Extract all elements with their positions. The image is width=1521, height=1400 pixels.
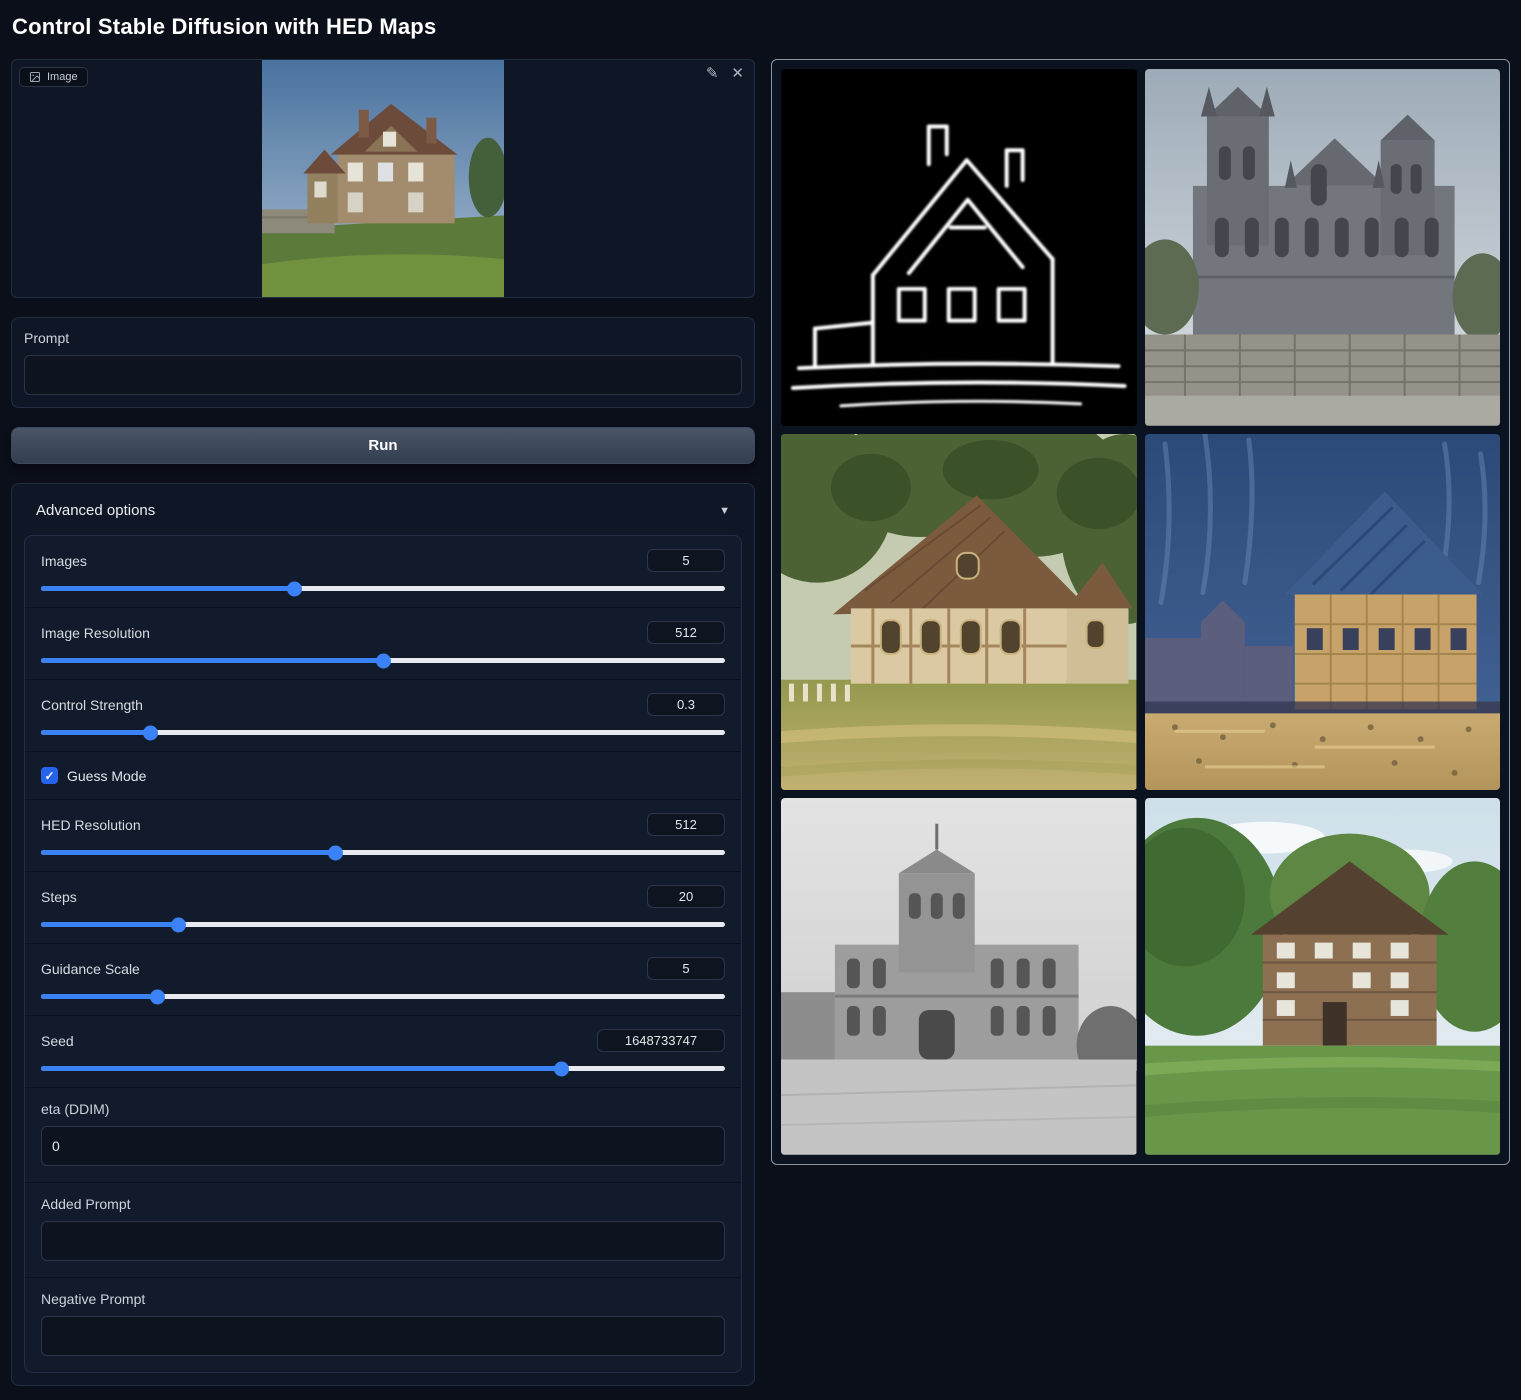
seed-value[interactable]: 1648733747 xyxy=(597,1029,725,1052)
hed-resolution-value[interactable]: 512 xyxy=(647,813,725,836)
image-upload-panel[interactable]: Image ✎ ✕ xyxy=(11,59,755,298)
steps-label: Steps xyxy=(41,889,77,905)
guess-mode-checkbox[interactable]: ✓ xyxy=(41,767,58,784)
guidance-scale-slider-thumb[interactable] xyxy=(150,989,165,1004)
slider-row-images: Images 5 xyxy=(25,536,741,607)
image-resolution-slider[interactable] xyxy=(41,658,725,663)
slider-row-guidance-scale: Guidance Scale 5 xyxy=(25,943,741,1015)
hed-resolution-slider-thumb[interactable] xyxy=(328,845,343,860)
guidance-scale-slider[interactable] xyxy=(41,994,725,999)
image-icon xyxy=(29,71,41,83)
image-resolution-label: Image Resolution xyxy=(41,625,150,641)
negative-prompt-input[interactable] xyxy=(41,1316,725,1356)
advanced-form: Images 5 Image Resolution 512 xyxy=(24,535,742,1373)
left-column: Image ✎ ✕ xyxy=(11,59,755,1386)
hed-map-image xyxy=(781,69,1137,426)
accordion-title: Advanced options xyxy=(36,502,155,519)
control-strength-label: Control Strength xyxy=(41,697,143,713)
app: Control Stable Diffusion with HED Maps I… xyxy=(0,0,1521,1400)
steps-value[interactable]: 20 xyxy=(647,885,725,908)
slider-row-steps: Steps 20 xyxy=(25,871,741,943)
image-label-badge: Image xyxy=(19,67,88,87)
gallery-grid xyxy=(781,69,1500,1155)
images-label: Images xyxy=(41,553,87,569)
control-strength-slider-thumb[interactable] xyxy=(143,725,158,740)
uploaded-house-photo xyxy=(262,60,504,297)
control-strength-slider[interactable] xyxy=(41,730,725,735)
slider-row-control-strength: Control Strength 0.3 xyxy=(25,679,741,751)
image-label: Image xyxy=(47,71,78,83)
gallery-item-grayscale-building[interactable] xyxy=(781,798,1137,1155)
hed-resolution-label: HED Resolution xyxy=(41,817,141,833)
eta-row: eta (DDIM) xyxy=(25,1087,741,1182)
eta-input[interactable] xyxy=(41,1126,725,1166)
images-slider-thumb[interactable] xyxy=(287,581,302,596)
cathedral-image xyxy=(1145,69,1501,426)
eta-label: eta (DDIM) xyxy=(41,1101,725,1117)
output-gallery xyxy=(771,59,1510,1165)
prompt-panel: Prompt xyxy=(11,317,755,408)
page-title: Control Stable Diffusion with HED Maps xyxy=(12,14,1510,40)
gallery-item-hed-map[interactable] xyxy=(781,69,1137,426)
slider-row-hed-resolution: HED Resolution 512 xyxy=(25,799,741,871)
prompt-label: Prompt xyxy=(24,330,742,346)
gallery-item-painterly-house[interactable] xyxy=(1145,434,1501,791)
guidance-scale-value[interactable]: 5 xyxy=(647,957,725,980)
seed-slider-thumb[interactable] xyxy=(554,1061,569,1076)
steps-slider[interactable] xyxy=(41,922,725,927)
guess-mode-checkbox-row[interactable]: ✓ Guess Mode xyxy=(25,751,741,799)
gallery-item-warm-house[interactable] xyxy=(781,434,1137,791)
guidance-scale-label: Guidance Scale xyxy=(41,961,140,977)
negative-prompt-label: Negative Prompt xyxy=(41,1291,725,1307)
chevron-down-icon: ▼ xyxy=(719,505,730,517)
gallery-item-lawn-house[interactable] xyxy=(1145,798,1501,1155)
guess-mode-label: Guess Mode xyxy=(67,768,146,784)
advanced-options-accordion: Advanced options ▼ Images 5 xyxy=(11,483,755,1386)
gallery-item-cathedral[interactable] xyxy=(1145,69,1501,426)
accordion-header[interactable]: Advanced options ▼ xyxy=(24,498,742,535)
added-prompt-input[interactable] xyxy=(41,1221,725,1261)
right-column xyxy=(771,59,1510,1165)
clear-image-button[interactable]: ✕ xyxy=(731,66,744,81)
edit-image-button[interactable]: ✎ xyxy=(706,66,719,81)
painterly-house-image xyxy=(1145,434,1501,791)
images-value[interactable]: 5 xyxy=(647,549,725,572)
control-strength-value[interactable]: 0.3 xyxy=(647,693,725,716)
added-prompt-label: Added Prompt xyxy=(41,1196,725,1212)
image-resolution-slider-thumb[interactable] xyxy=(376,653,391,668)
warm-house-image xyxy=(781,434,1137,791)
slider-row-image-resolution: Image Resolution 512 xyxy=(25,607,741,679)
prompt-input[interactable] xyxy=(24,355,742,395)
negative-prompt-row: Negative Prompt xyxy=(25,1277,741,1372)
run-button[interactable]: Run xyxy=(11,427,755,464)
images-slider[interactable] xyxy=(41,586,725,591)
slider-row-seed: Seed 1648733747 xyxy=(25,1015,741,1087)
steps-slider-thumb[interactable] xyxy=(171,917,186,932)
image-resolution-value[interactable]: 512 xyxy=(647,621,725,644)
seed-label: Seed xyxy=(41,1033,74,1049)
hed-resolution-slider[interactable] xyxy=(41,850,725,855)
grayscale-building-image xyxy=(781,798,1137,1155)
image-tools: ✎ ✕ xyxy=(706,66,744,81)
seed-slider[interactable] xyxy=(41,1066,725,1071)
lawn-house-image xyxy=(1145,798,1501,1155)
added-prompt-row: Added Prompt xyxy=(25,1182,741,1277)
